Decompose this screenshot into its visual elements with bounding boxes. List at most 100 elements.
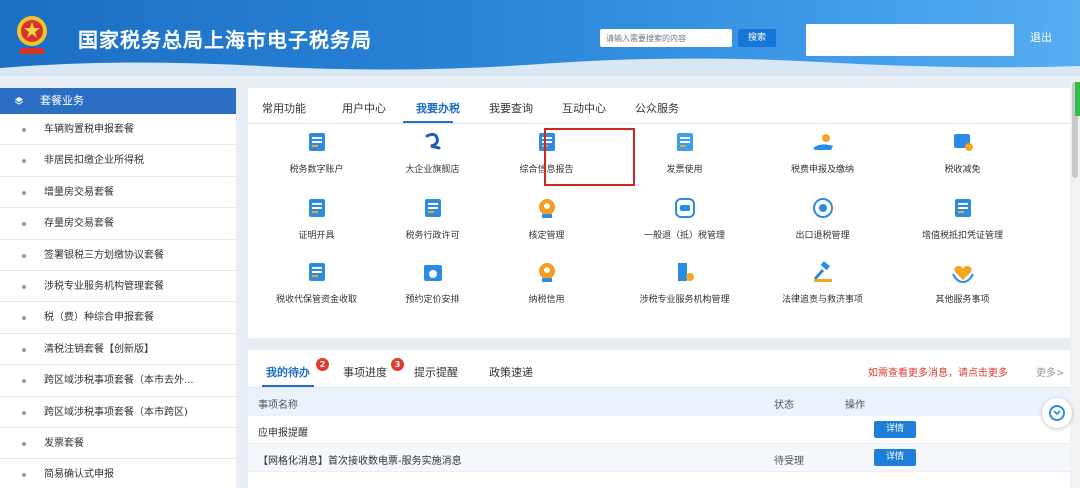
sidebar-item-label: 涉税专业服务机构管理套餐 bbox=[44, 280, 164, 292]
fund-icon bbox=[308, 263, 325, 281]
sidebar-item[interactable]: 清税注销套餐【创新版】 bbox=[0, 334, 236, 366]
active-tab-indicator bbox=[403, 121, 453, 123]
service-item[interactable]: 法律追责与救济事项 bbox=[754, 260, 891, 305]
tab-public-service[interactable]: 公众服务 bbox=[635, 100, 679, 116]
service-label: 税收减免 bbox=[944, 165, 981, 175]
export-tax-icon bbox=[812, 198, 833, 218]
progress-count-badge: 3 bbox=[391, 358, 404, 371]
tab-progress-label: 事项进度 bbox=[343, 366, 387, 379]
bullet-icon bbox=[22, 316, 26, 321]
tab-reminders[interactable]: 提示提醒 bbox=[414, 364, 458, 380]
column-operation: 操作 bbox=[845, 400, 865, 411]
gavel-icon bbox=[813, 261, 832, 282]
tab-my-todo-label: 我的待办 bbox=[266, 366, 310, 379]
table-row: 【网格化消息】首次接收数电票-服务实施消息 待受理 详情 bbox=[248, 444, 1070, 472]
search-button[interactable]: 搜索 bbox=[738, 29, 776, 47]
sidebar-item-label: 税（费）种综合申报套餐 bbox=[44, 312, 154, 324]
service-label: 涉税专业服务机构管理 bbox=[639, 295, 730, 305]
sidebar-item-label: 非居民扣缴企业所得税 bbox=[44, 155, 144, 167]
bullet-icon bbox=[22, 379, 26, 384]
tax-reduction-icon bbox=[953, 134, 973, 151]
enterprise-logo-icon bbox=[425, 132, 440, 150]
search-input[interactable] bbox=[600, 29, 732, 47]
service-label: 纳税信用 bbox=[528, 295, 565, 305]
logout-link[interactable]: 退出 bbox=[1030, 29, 1052, 45]
sidebar-item[interactable]: 发票套餐 bbox=[0, 428, 236, 460]
bullet-icon bbox=[22, 190, 26, 195]
bullet-icon bbox=[22, 347, 26, 352]
bullet-icon bbox=[22, 222, 26, 227]
more-messages-notice: 如需查看更多消息，请点击更多 bbox=[868, 368, 1008, 379]
service-item[interactable]: 税费申报及缴纳 bbox=[754, 130, 891, 175]
sidebar-item-label: 跨区域涉税事项套餐（本市去外... bbox=[44, 375, 194, 387]
detail-button[interactable]: 详情 bbox=[874, 421, 916, 438]
detail-button[interactable]: 详情 bbox=[874, 449, 916, 466]
sidebar-item[interactable]: 跨区域涉税事项套餐（本市跨区) bbox=[0, 397, 236, 428]
invoice-icon bbox=[676, 133, 693, 151]
service-item[interactable]: 出口退税管理 bbox=[754, 196, 891, 241]
side-green-tab[interactable] bbox=[1075, 82, 1080, 116]
tax-emblem-logo bbox=[17, 16, 47, 54]
sidebar-item[interactable]: 存量房交易套餐 bbox=[0, 208, 236, 240]
todo-count-badge: 2 bbox=[316, 358, 329, 371]
sidebar-item-label: 存量房交易套餐 bbox=[44, 218, 114, 230]
sidebar-item[interactable]: 简易确认式申报 bbox=[0, 459, 236, 488]
service-item[interactable]: 增值税抵扣凭证管理 bbox=[894, 196, 1031, 241]
service-label: 核定管理 bbox=[528, 231, 565, 241]
service-item[interactable]: 税收减免 bbox=[894, 130, 1031, 175]
service-item[interactable]: 纳税信用 bbox=[478, 260, 615, 305]
tab-query[interactable]: 我要查询 bbox=[489, 100, 533, 116]
tab-tax-handling[interactable]: 我要办税 bbox=[416, 100, 460, 116]
column-name: 事项名称 bbox=[258, 400, 298, 411]
voucher-icon bbox=[954, 199, 971, 217]
active-todo-tab-indicator bbox=[262, 385, 314, 387]
todo-tabs: 我的待办 2 事项进度 3 提示提醒 政策速递 如需查看更多消息，请点击更多 更… bbox=[248, 350, 1070, 388]
tab-interaction[interactable]: 互动中心 bbox=[562, 100, 606, 116]
user-verify-icon bbox=[538, 199, 555, 218]
sidebar-item-label: 增量房交易套餐 bbox=[44, 186, 114, 198]
more-link[interactable]: 更多> bbox=[1036, 364, 1064, 379]
credit-medal-icon bbox=[538, 263, 555, 282]
sidebar-title: 套餐业务 bbox=[40, 94, 84, 107]
todo-table-header: 事项名称 状态 操作 bbox=[248, 388, 1070, 416]
service-item[interactable]: 涉税专业服务机构管理 bbox=[616, 260, 753, 305]
sidebar-header[interactable]: 套餐业务 bbox=[0, 88, 236, 114]
sidebar-list: 车辆购置税申报套餐 非居民扣缴企业所得税 增量房交易套餐 存量房交易套餐签署银税三方划… bbox=[0, 114, 236, 488]
highlight-frame bbox=[544, 128, 635, 186]
calendar-price-icon bbox=[423, 265, 442, 281]
layers-icon bbox=[14, 97, 24, 105]
id-card-icon bbox=[308, 133, 325, 151]
tab-progress[interactable]: 事项进度 3 bbox=[343, 358, 404, 380]
service-item[interactable]: 其他服务事项 bbox=[894, 260, 1031, 305]
sidebar-item[interactable]: 跨区域涉税事项套餐（本市去外... bbox=[0, 365, 236, 397]
tab-user-center[interactable]: 用户中心 bbox=[342, 100, 386, 116]
column-status: 状态 bbox=[774, 400, 794, 411]
hand-coin-icon bbox=[812, 134, 833, 150]
sidebar-item[interactable]: 税（费）种综合申报套餐 bbox=[0, 302, 236, 334]
sidebar-item-label: 签署银税三方划缴协议套餐 bbox=[44, 249, 164, 261]
row-name: 应申报提醒 bbox=[258, 428, 308, 439]
tab-policy-news[interactable]: 政策速递 bbox=[489, 364, 533, 380]
tab-common[interactable]: 常用功能 bbox=[262, 100, 306, 116]
float-refresh-button[interactable] bbox=[1042, 398, 1072, 428]
sidebar-item-label: 车辆购置税申报套餐 bbox=[44, 124, 134, 135]
site-header: 国家税务总局上海市电子税务局 搜索 退出 bbox=[0, 0, 1080, 76]
service-label: 其他服务事项 bbox=[935, 295, 990, 305]
tab-my-todo[interactable]: 我的待办 2 bbox=[266, 358, 329, 380]
sidebar-item[interactable]: 车辆购置税申报套餐 bbox=[0, 114, 236, 146]
bullet-icon bbox=[22, 253, 26, 258]
service-item[interactable]: 发票使用 bbox=[616, 130, 753, 175]
service-label: 一般退（抵）税管理 bbox=[643, 231, 725, 241]
site-title: 国家税务总局上海市电子税务局 bbox=[78, 28, 372, 52]
bullet-icon bbox=[22, 473, 26, 478]
service-item[interactable]: 一般退（抵）税管理 bbox=[616, 196, 753, 241]
service-item[interactable]: 核定管理 bbox=[478, 196, 615, 241]
building-gear-icon bbox=[677, 263, 694, 281]
sidebar-item[interactable]: 非居民扣缴企业所得税 bbox=[0, 145, 236, 177]
sidebar-item[interactable]: 涉税专业服务机构管理套餐 bbox=[0, 271, 236, 303]
sidebar-item-label: 简易确认式申报 bbox=[44, 469, 114, 481]
sidebar-item[interactable]: 增量房交易套餐 bbox=[0, 177, 236, 209]
bullet-icon bbox=[22, 284, 26, 289]
sidebar-item-label: 跨区域涉税事项套餐（本市跨区) bbox=[44, 406, 188, 418]
sidebar-item[interactable]: 签署银税三方划缴协议套餐 bbox=[0, 240, 236, 271]
